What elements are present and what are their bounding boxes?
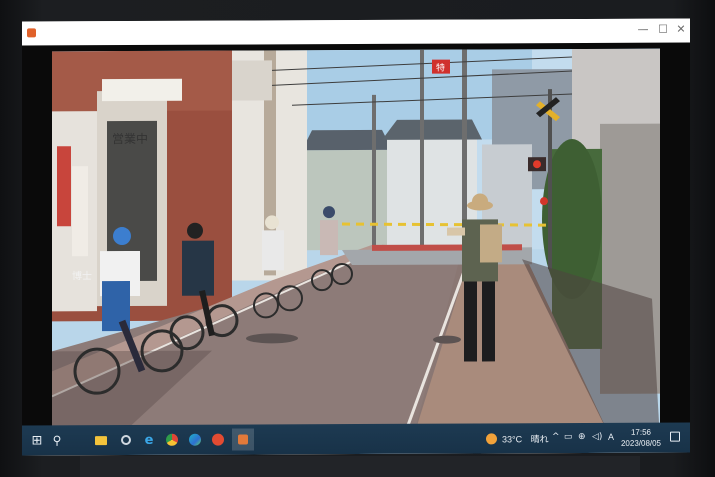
taskbar-clock[interactable]: 17:56 2023/08/05: [620, 427, 662, 449]
shop-side-sign: 博士: [72, 269, 92, 282]
ime-indicator[interactable]: A: [608, 432, 614, 442]
red-flag-sign: 特: [436, 62, 445, 74]
start-button[interactable]: ⊞: [28, 431, 46, 449]
edge-icon[interactable]: [186, 431, 204, 449]
file-explorer-icon[interactable]: [92, 431, 110, 449]
monitor-stand: [80, 456, 640, 477]
sun-icon: [486, 433, 497, 445]
chrome-icon[interactable]: [163, 431, 181, 449]
close-button[interactable]: ✕: [672, 22, 690, 38]
minimize-button[interactable]: —: [634, 22, 652, 38]
clock-date: 2023/08/05: [620, 438, 662, 448]
street-photo-image: 営業中 博士 特: [52, 48, 660, 444]
maximize-button[interactable]: ☐: [654, 22, 672, 38]
photos-app-icon: [27, 28, 36, 38]
windows-taskbar: ⊞ ⚲ e 33°C 晴れ ^ ▭ ⊕ ◁) A 17:56 2023/08/0…: [22, 422, 690, 456]
photo-viewer-canvas: 営業中 博士 特: [22, 42, 690, 444]
network-icon[interactable]: ▭: [564, 432, 573, 442]
weather-temperature: 33°C: [502, 434, 523, 445]
internet-explorer-icon[interactable]: e: [140, 431, 158, 449]
notification-icon[interactable]: [670, 431, 680, 442]
shop-open-sign: 営業中: [112, 131, 148, 146]
monitor-screen: — ☐ ✕ 営業中 博士 特 ⊞ ⚲ e 33°C 晴れ ^ ▭ ⊕ ◁) A …: [22, 18, 690, 456]
chevron-up-icon[interactable]: ^: [552, 432, 560, 442]
weather-condition: 晴れ: [530, 434, 549, 445]
clock-time: 17:56: [630, 427, 652, 437]
photos-app-taskbar-icon[interactable]: [232, 428, 254, 451]
globe-icon[interactable]: ⊕: [578, 432, 586, 442]
media-player-icon[interactable]: [209, 431, 227, 449]
volume-icon[interactable]: ◁): [592, 432, 602, 442]
settings-icon[interactable]: [117, 431, 135, 449]
street-photo[interactable]: 営業中 博士 特: [52, 48, 660, 444]
search-button[interactable]: ⚲: [48, 431, 66, 449]
weather-widget[interactable]: 33°C 晴れ: [502, 432, 549, 445]
